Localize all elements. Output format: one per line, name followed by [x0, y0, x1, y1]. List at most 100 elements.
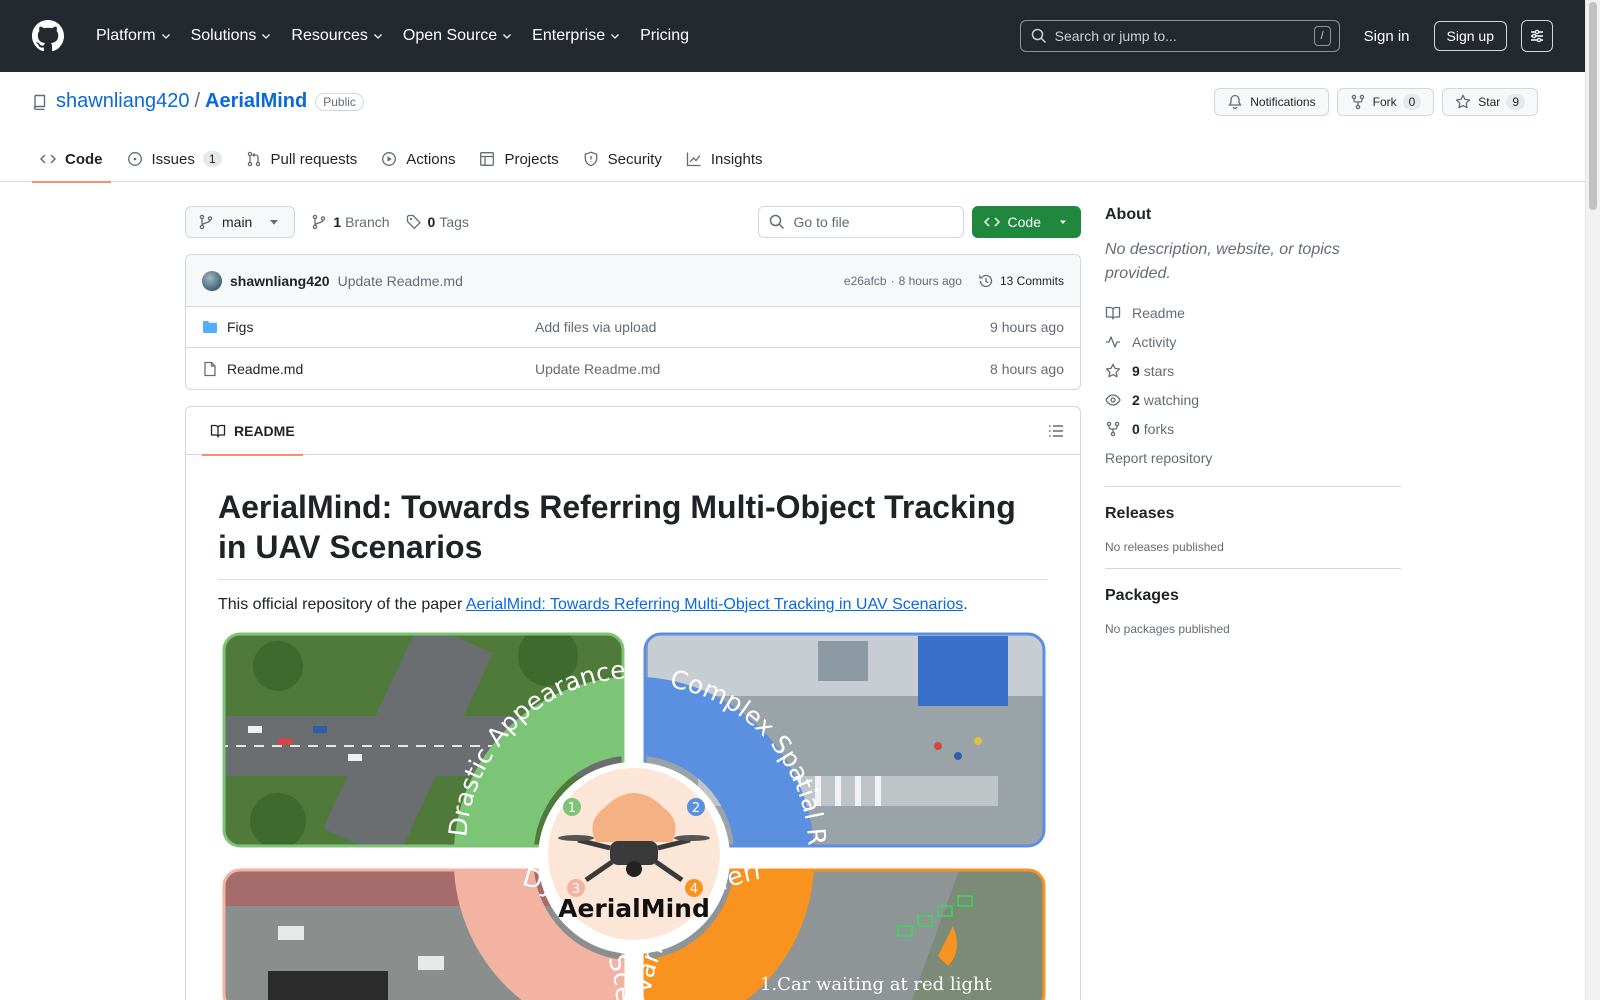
readme-intro-suffix: . — [963, 596, 968, 613]
book-icon — [1105, 306, 1121, 320]
folder-icon — [203, 321, 217, 333]
readme-title: AerialMind: Towards Referring Multi-Obje… — [218, 487, 1048, 580]
star-label: Star — [1478, 95, 1501, 109]
fork-button[interactable]: Fork 0 — [1336, 88, 1435, 116]
commit-hash-link[interactable]: e26afcb — [844, 274, 887, 288]
github-logo-icon[interactable] — [32, 20, 64, 52]
star-icon — [1456, 94, 1471, 109]
commit-message-link[interactable]: Update Readme.md — [338, 273, 463, 289]
caret-down-icon — [270, 220, 279, 225]
commit-author-link[interactable]: shawnliang420 — [230, 273, 330, 289]
nav-solutions[interactable]: Solutions — [183, 27, 281, 45]
chevron-down-icon — [611, 34, 620, 39]
sign-up-button[interactable]: Sign up — [1433, 21, 1507, 51]
packages-empty: No packages published — [1105, 622, 1230, 636]
search-input[interactable]: Search or jump to... / — [1019, 20, 1340, 52]
commits-history-link[interactable]: 13 Commits — [978, 273, 1064, 289]
file-name-cell: Readme.md — [202, 361, 535, 377]
scene-caption: 1.Car waiting at red light — [760, 974, 993, 995]
tab-issues[interactable]: Issues 1 — [119, 136, 230, 182]
watching-count: 2 — [1132, 391, 1140, 408]
readme-tab[interactable]: README — [202, 407, 303, 456]
table-icon — [480, 152, 495, 166]
activity-link[interactable]: Activity — [1105, 327, 1401, 356]
page-scrollbar[interactable] — [1585, 0, 1600, 1000]
repo-title: shawnliang420 / AerialMind Public — [32, 90, 364, 113]
file-commit-message-link[interactable]: Update Readme.md — [535, 361, 990, 377]
repo-header: shawnliang420 / AerialMind Public Notifi… — [0, 72, 1585, 183]
search-icon — [1031, 28, 1046, 44]
releases-heading[interactable]: Releases — [1105, 505, 1401, 523]
star-button[interactable]: Star 9 — [1442, 88, 1538, 116]
stars-link[interactable]: 9 stars — [1105, 356, 1401, 385]
repo-separator: / — [194, 90, 200, 112]
file-icon — [204, 361, 216, 376]
nav-pricing[interactable]: Pricing — [632, 27, 697, 45]
go-to-file-input[interactable]: Go to file — [757, 206, 964, 238]
search-shortcut-key: / — [1313, 26, 1331, 46]
tab-projects[interactable]: Projects — [471, 136, 566, 182]
repo-actions: Notifications Fork 0 Star 9 — [1206, 88, 1538, 116]
issues-count: 1 — [202, 151, 222, 167]
commit-meta: e26afcb · 8 hours ago 13 Commits — [844, 273, 1064, 289]
tags-link[interactable]: 0 Tags — [406, 214, 469, 230]
readme-header: README — [186, 407, 1080, 456]
readme-body: AerialMind: Towards Referring Multi-Obje… — [186, 455, 1080, 1000]
watching-link[interactable]: 2 watching — [1105, 385, 1401, 414]
tab-actions[interactable]: Actions — [373, 136, 463, 182]
table-row[interactable]: Readme.md Update Readme.md 8 hours ago — [186, 348, 1080, 389]
code-icon — [40, 154, 56, 164]
tag-label: Tags — [439, 214, 469, 230]
header-right: Search or jump to... / Sign in Sign up — [1019, 20, 1553, 52]
repo-name-link[interactable]: AerialMind — [205, 90, 307, 113]
nav-resources[interactable]: Resources — [283, 27, 391, 45]
readme-tab-label: README — [234, 422, 295, 439]
number-2: 2 — [692, 801, 700, 816]
visibility-badge: Public — [315, 92, 364, 111]
repo-tabs: Code Issues 1 Pull requests Actions Proj… — [32, 136, 779, 183]
nav-enterprise[interactable]: Enterprise — [524, 27, 629, 45]
nav-open-source[interactable]: Open Source — [395, 27, 521, 45]
file-commit-time: 9 hours ago — [990, 319, 1064, 335]
tab-issues-label: Issues — [151, 150, 195, 168]
caret-down-icon — [1060, 220, 1066, 224]
tab-code[interactable]: Code — [32, 136, 111, 183]
global-nav: Platform Solutions Resources Open Source… — [88, 27, 700, 45]
table-row[interactable]: Figs Add files via upload 9 hours ago — [186, 307, 1080, 348]
file-name-link[interactable]: Figs — [227, 319, 253, 335]
commits-count-label: 13 Commits — [999, 273, 1064, 288]
branch-label: Branch — [345, 214, 390, 230]
latest-commit: shawnliang420 Update Readme.md e26afcb ·… — [186, 255, 1080, 307]
nav-platform-label: Platform — [96, 27, 156, 44]
activity-link-label: Activity — [1132, 333, 1177, 350]
global-header: Platform Solutions Resources Open Source… — [0, 0, 1585, 72]
readme-link[interactable]: Readme — [1105, 298, 1401, 327]
eye-icon — [1105, 393, 1121, 406]
file-commit-message-link[interactable]: Add files via upload — [535, 319, 990, 335]
branch-select-button[interactable]: main — [185, 206, 296, 238]
paper-link[interactable]: AerialMind: Towards Referring Multi-Obje… — [466, 596, 963, 613]
tab-code-label: Code — [65, 150, 103, 168]
tag-count: 0 — [427, 214, 436, 230]
tab-security[interactable]: Security — [575, 136, 670, 182]
avatar[interactable] — [202, 270, 222, 291]
branches-link[interactable]: 1 Branch — [311, 214, 390, 230]
code-dropdown-button[interactable]: Code — [971, 206, 1081, 238]
list-icon[interactable] — [1048, 423, 1064, 439]
notifications-button[interactable]: Notifications — [1214, 88, 1329, 116]
repo-owner-link[interactable]: shawnliang420 — [56, 90, 189, 113]
tab-insights[interactable]: Insights — [678, 136, 771, 182]
nav-enterprise-label: Enterprise — [532, 27, 606, 44]
forks-link[interactable]: 0 forks — [1105, 414, 1401, 443]
report-repository-link[interactable]: Report repository — [1105, 443, 1401, 472]
packages-heading[interactable]: Packages — [1105, 587, 1401, 605]
sign-in-link[interactable]: Sign in — [1364, 28, 1410, 45]
file-name-link[interactable]: Readme.md — [227, 361, 303, 377]
tab-projects-label: Projects — [504, 150, 559, 168]
tab-pull-requests[interactable]: Pull requests — [238, 136, 366, 182]
header-menu-button[interactable] — [1521, 20, 1553, 52]
nav-platform[interactable]: Platform — [88, 27, 180, 45]
about-heading: About — [1105, 206, 1152, 223]
nav-open-source-label: Open Source — [402, 27, 498, 44]
scrollbar-thumb[interactable] — [1589, 2, 1597, 210]
